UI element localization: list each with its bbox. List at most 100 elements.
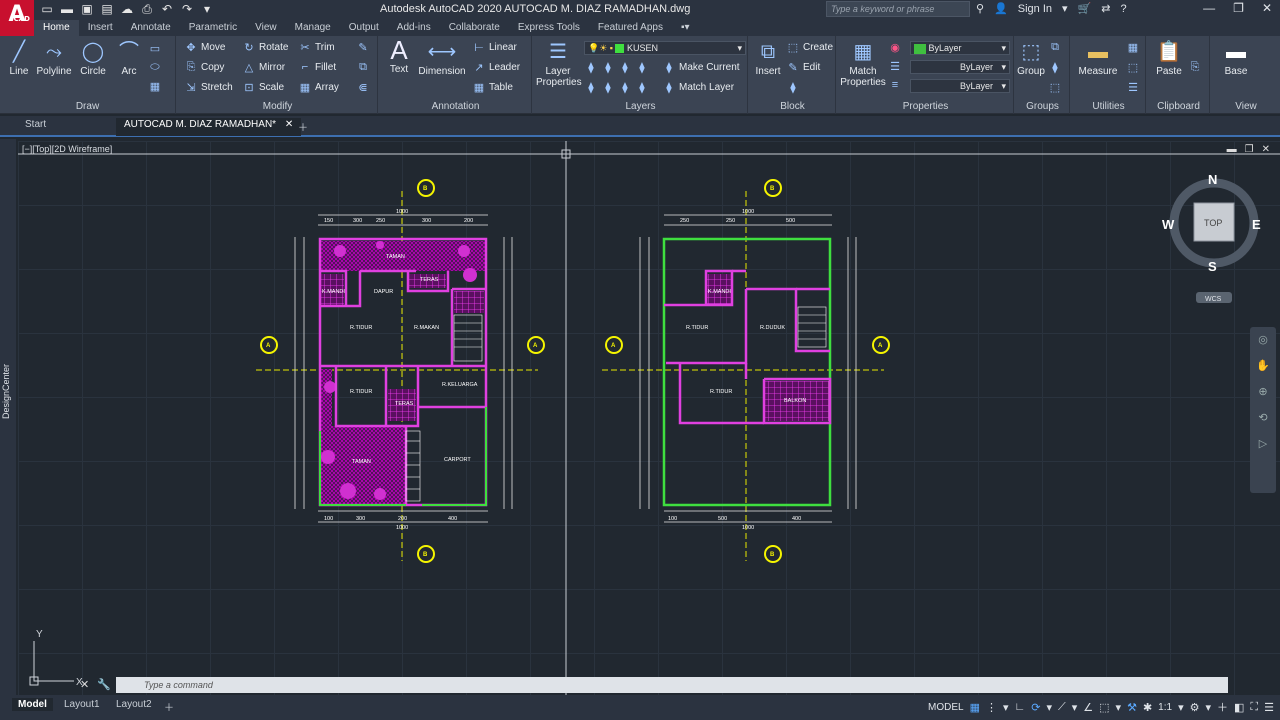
- erase-button[interactable]: ✎: [356, 41, 370, 54]
- tab-layout1[interactable]: Layout1: [58, 698, 106, 711]
- exchange-icon[interactable]: ⇄: [1101, 2, 1110, 15]
- polyline-button[interactable]: ⤳ Polyline: [36, 40, 72, 77]
- trim-button[interactable]: ✂ Trim: [298, 41, 334, 54]
- tab-output[interactable]: Output: [340, 20, 388, 36]
- block-attributes-button[interactable]: ⧫: [786, 81, 800, 94]
- utilities-panel-title[interactable]: Utilities: [1072, 101, 1145, 112]
- tab-insert[interactable]: Insert: [79, 20, 122, 36]
- autocad-app-menu-button[interactable]: A CAD: [0, 0, 34, 36]
- isodraft-icon[interactable]: ⟋: [1058, 701, 1066, 714]
- ungroup-button[interactable]: ⧉: [1048, 41, 1062, 54]
- modify-panel-title[interactable]: Modify: [178, 101, 377, 112]
- dimension-button[interactable]: ⟷ Dimension: [418, 40, 466, 77]
- match-properties-button[interactable]: ▦ Match Properties: [840, 40, 886, 88]
- compass-north[interactable]: N: [1208, 172, 1217, 187]
- close-icon[interactable]: ✕: [1262, 1, 1272, 15]
- model-space-toggle[interactable]: MODEL: [928, 702, 964, 713]
- plus-icon[interactable]: ＋: [1217, 699, 1228, 715]
- chevron-down-icon[interactable]: ▾: [1205, 701, 1211, 714]
- tab-layout2[interactable]: Layout2: [110, 698, 158, 711]
- ortho-icon[interactable]: ∟: [1015, 701, 1026, 713]
- compass-east[interactable]: E: [1252, 217, 1261, 232]
- select-all-button[interactable]: ⬚: [1126, 61, 1140, 74]
- redo-icon[interactable]: ↷: [180, 2, 194, 16]
- close-icon[interactable]: ✕: [285, 119, 293, 130]
- sign-in-link[interactable]: Sign In: [1018, 3, 1052, 15]
- group-select-button[interactable]: ⬚: [1048, 81, 1062, 94]
- layer-dropdown[interactable]: 💡☀ ▪ KUSEN ▾: [584, 41, 746, 55]
- ellipse-button[interactable]: ⬭: [148, 61, 162, 74]
- clipboard-panel-title[interactable]: Clipboard: [1148, 101, 1209, 112]
- list-button[interactable]: ☰: [1126, 81, 1140, 94]
- save-as-icon[interactable]: ▤: [100, 2, 114, 16]
- leader-button[interactable]: ↗ Leader: [472, 61, 520, 74]
- line-button[interactable]: ╱ Line: [6, 40, 32, 77]
- compass-south[interactable]: S: [1208, 259, 1217, 274]
- command-input[interactable]: Type a command: [116, 677, 1228, 693]
- polar-icon[interactable]: ⟳: [1031, 701, 1040, 714]
- customize-icon[interactable]: ☰: [1264, 701, 1274, 714]
- tab-view[interactable]: View: [246, 20, 286, 36]
- mirror-button[interactable]: △ Mirror: [242, 61, 285, 74]
- save-icon[interactable]: ▣: [80, 2, 94, 16]
- chevron-down-icon[interactable]: ▾: [1072, 701, 1078, 714]
- properties-panel-title[interactable]: Properties: [838, 101, 1013, 112]
- layers-panel-title[interactable]: Layers: [534, 101, 747, 112]
- tab-express-tools[interactable]: Express Tools: [509, 20, 589, 36]
- chevron-down-icon[interactable]: ▾: [1178, 701, 1184, 714]
- copy-button[interactable]: ⎘ Copy: [184, 61, 225, 74]
- grid-icon[interactable]: ▦: [970, 701, 980, 714]
- draw-panel-title[interactable]: Draw: [0, 101, 175, 112]
- scale-button[interactable]: ⊡ Scale: [242, 81, 284, 94]
- cloud-icon[interactable]: ☁: [120, 2, 134, 16]
- viewcube[interactable]: N S E W TOP WCS: [1162, 172, 1261, 303]
- fillet-button[interactable]: ⌐ Fillet: [298, 61, 336, 73]
- annotation-panel-title[interactable]: Annotation: [380, 101, 531, 112]
- edit-block-button[interactable]: ✎ Edit: [786, 61, 820, 74]
- explode-button[interactable]: ⧉: [356, 61, 370, 74]
- chevron-down-icon[interactable]: ▾: [1047, 701, 1053, 714]
- tab-add-ins[interactable]: Add-ins: [388, 20, 440, 36]
- orbit-icon[interactable]: ⟲: [1250, 405, 1276, 431]
- insert-button[interactable]: ⧉ Insert: [752, 40, 784, 77]
- wrench-icon[interactable]: 🔧: [97, 678, 111, 691]
- lineweight-dropdown[interactable]: ByLayer ▾: [910, 79, 1010, 93]
- help-icon[interactable]: ?: [1120, 3, 1126, 15]
- view-panel-title[interactable]: View: [1212, 101, 1280, 112]
- tab-featured-apps[interactable]: Featured Apps: [589, 20, 672, 36]
- showmotion-icon[interactable]: ▷: [1250, 431, 1276, 457]
- user-icon[interactable]: 👤: [994, 2, 1008, 15]
- tab-parametric[interactable]: Parametric: [180, 20, 246, 36]
- snap-icon[interactable]: ⋮: [986, 701, 997, 714]
- make-current-button[interactable]: ⧫ Make Current: [662, 61, 739, 74]
- base-button[interactable]: ▬ Base: [1218, 40, 1254, 77]
- add-layout-button[interactable]: ＋: [158, 698, 180, 715]
- search-input[interactable]: Type a keyword or phrase: [826, 1, 970, 17]
- chevron-down-icon[interactable]: ▾: [1003, 701, 1009, 714]
- tab-annotate[interactable]: Annotate: [122, 20, 180, 36]
- create-block-button[interactable]: ⬚ Create: [786, 41, 833, 54]
- annotation-visibility-icon[interactable]: ⚒: [1127, 701, 1137, 714]
- block-panel-title[interactable]: Block: [750, 101, 835, 112]
- arc-button[interactable]: ⌒ Arc: [116, 40, 142, 77]
- compass-west[interactable]: W: [1162, 217, 1175, 232]
- autoscale-icon[interactable]: ✱: [1143, 701, 1152, 714]
- move-button[interactable]: ✥ Move: [184, 41, 225, 54]
- group-button[interactable]: ⬚ Group: [1016, 40, 1046, 77]
- minimize-icon[interactable]: —: [1203, 1, 1215, 15]
- paste-button[interactable]: 📋 Paste: [1152, 40, 1186, 77]
- tab-manage[interactable]: Manage: [286, 20, 340, 36]
- open-folder-icon[interactable]: ▬: [60, 2, 74, 16]
- zoom-extents-icon[interactable]: ⊕: [1250, 379, 1276, 405]
- measure-button[interactable]: ▬ Measure: [1076, 40, 1120, 77]
- color-wheel-icon[interactable]: ◉: [888, 41, 902, 54]
- ribbon-toggle-icon[interactable]: ▪▾: [672, 20, 699, 36]
- copy-clip-button[interactable]: ⎘: [1188, 61, 1202, 74]
- customize-qat-icon[interactable]: ▾: [200, 2, 214, 16]
- linetype-dropdown[interactable]: ByLayer ▾: [910, 60, 1010, 74]
- linear-button[interactable]: ⊢ Linear: [472, 41, 517, 54]
- start-tab[interactable]: Start: [25, 119, 46, 130]
- offset-button[interactable]: ⋐: [356, 81, 370, 94]
- object-snap-icon[interactable]: ⬚: [1099, 701, 1109, 714]
- isolate-objects-icon[interactable]: ◧: [1234, 701, 1244, 714]
